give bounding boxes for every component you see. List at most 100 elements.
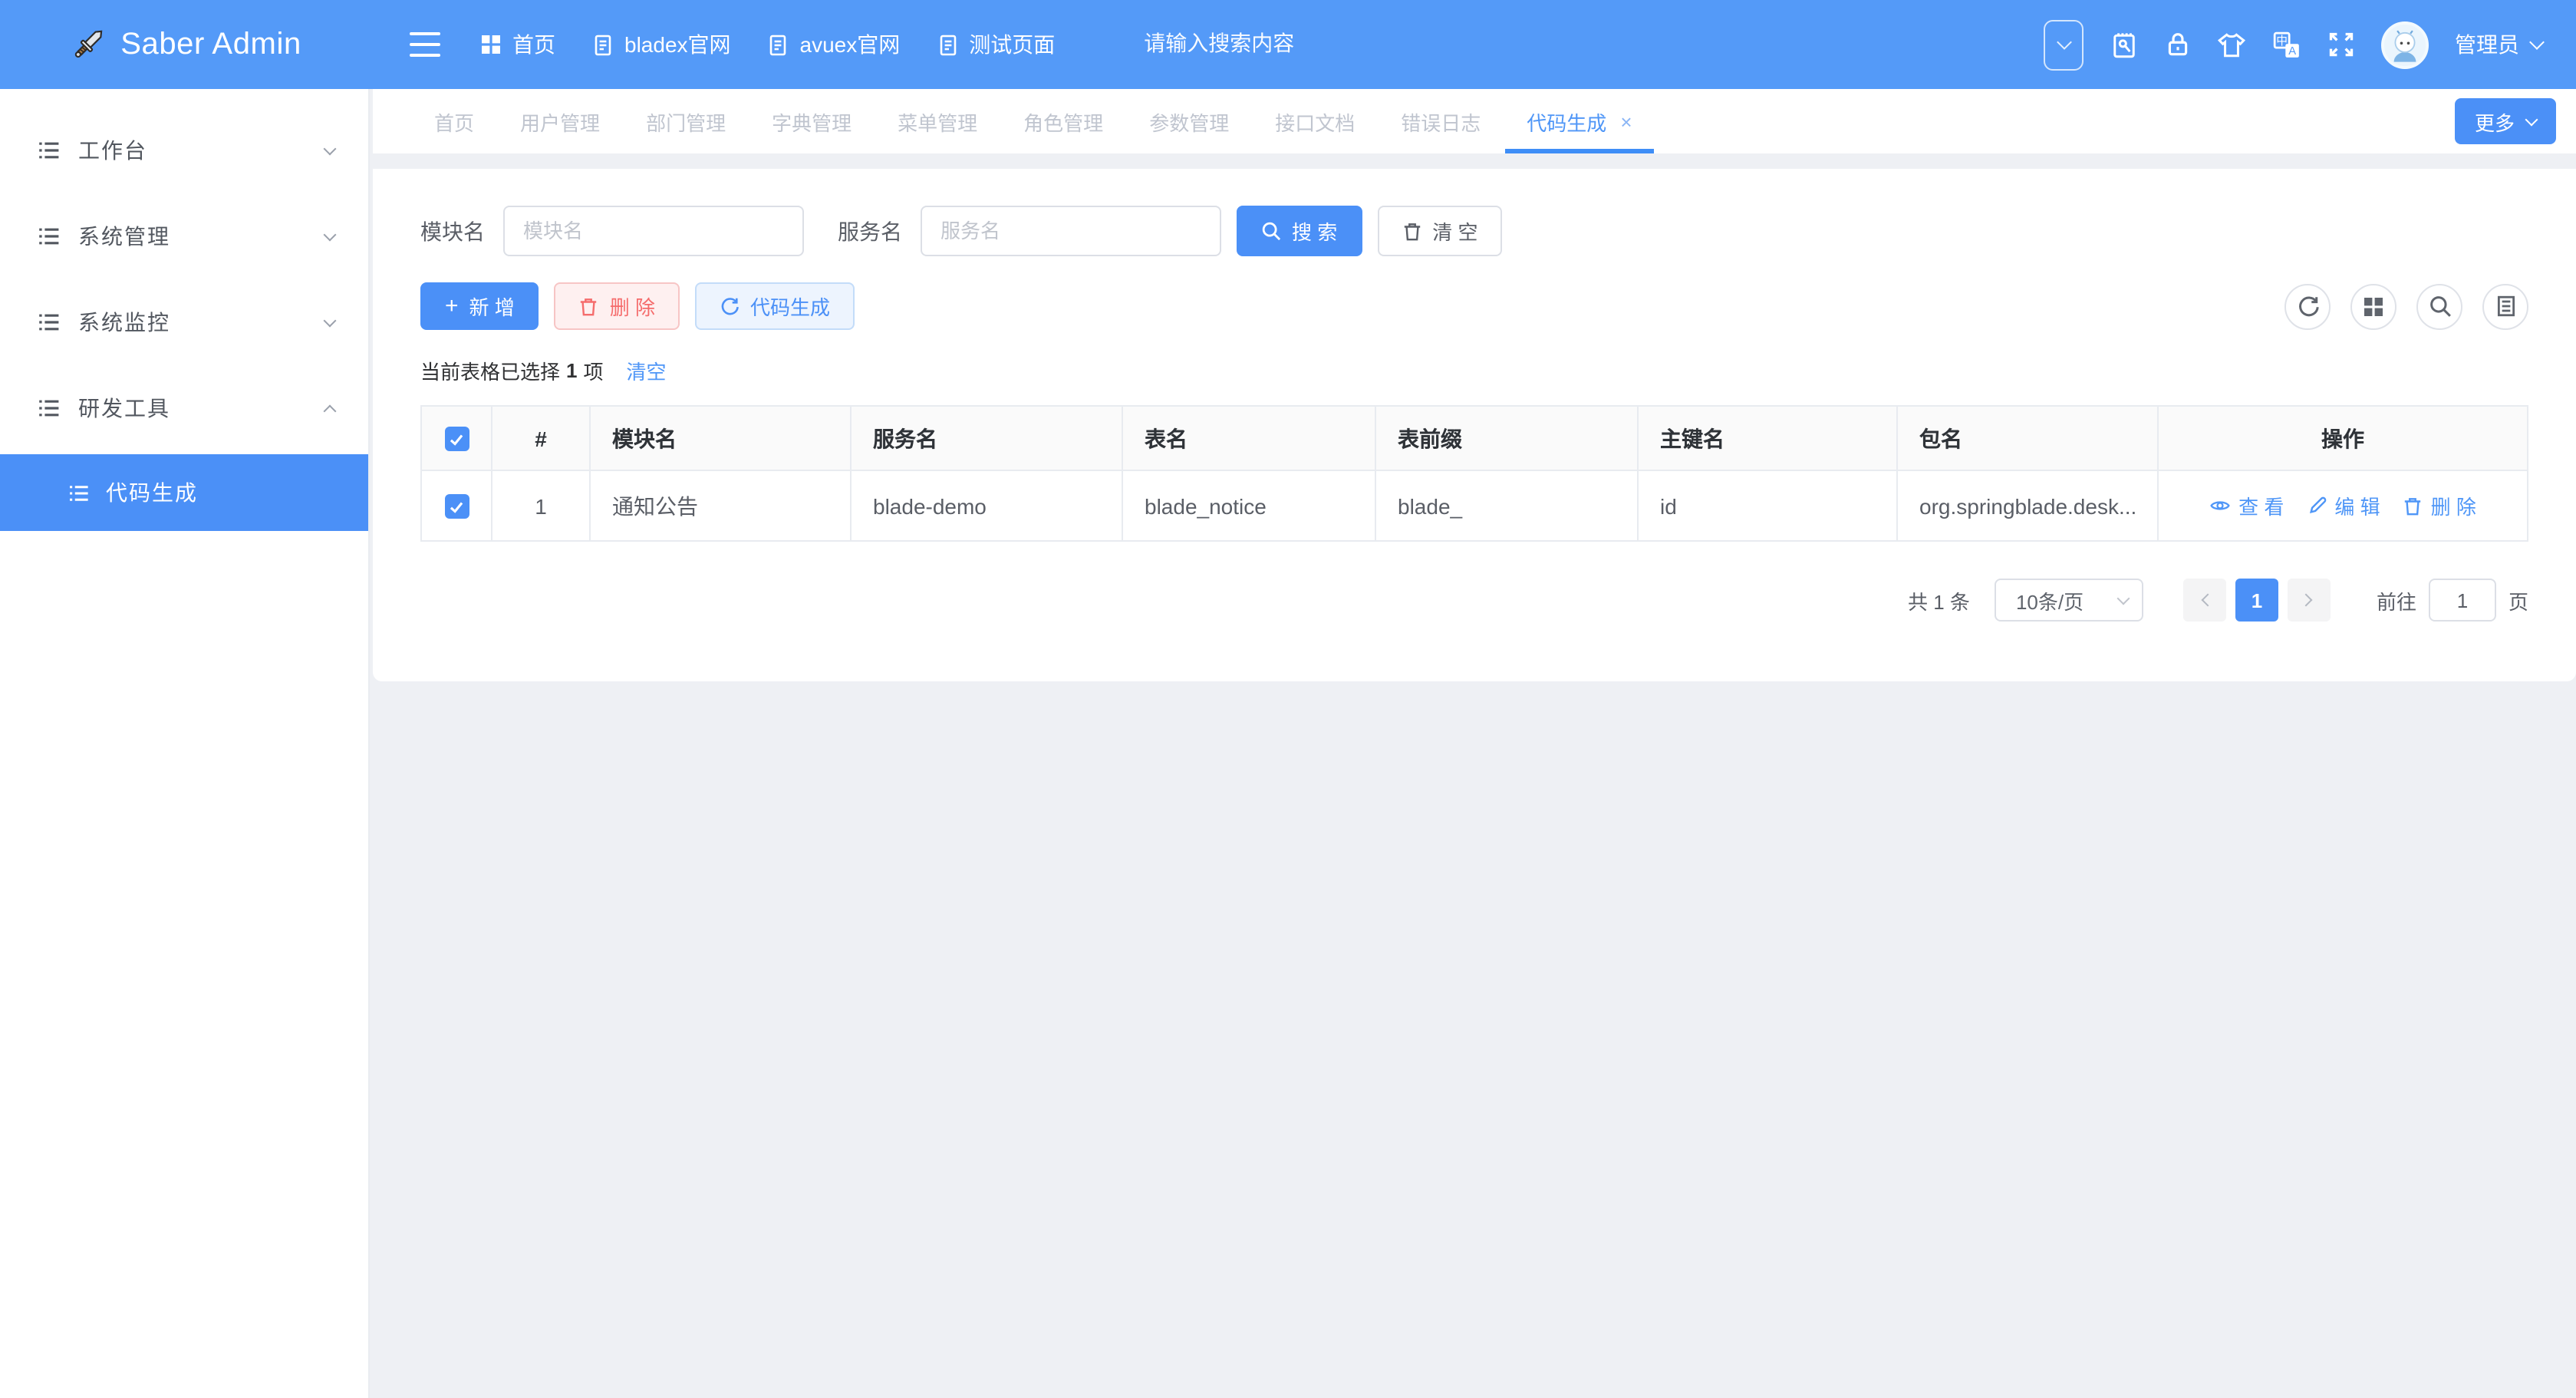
topnav-item-bladex[interactable]: bladex官网	[592, 29, 731, 60]
row-view-link[interactable]: 查 看	[2209, 491, 2284, 520]
select-all-checkbox[interactable]	[444, 427, 469, 451]
column-settings-icon-button[interactable]	[2482, 283, 2528, 329]
sword-logo-icon	[67, 25, 107, 64]
tab-home[interactable]: 首页	[413, 89, 496, 153]
cell-table: blade_notice	[1122, 470, 1375, 541]
dropdown-tag-icon[interactable]	[2044, 19, 2084, 70]
module-name-label: 模块名	[420, 216, 485, 246]
row-delete-link[interactable]: 删 除	[2403, 491, 2476, 520]
header-actions: 中 A	[2044, 0, 2576, 89]
content-panel: 模块名 服务名 搜 索 清 空	[373, 169, 2576, 681]
doc-icon	[937, 33, 958, 56]
chevron-down-icon	[2116, 592, 2130, 605]
grid-icon	[480, 34, 502, 55]
tab-dept-management[interactable]: 部门管理	[624, 89, 747, 153]
sidebar-item-system-management[interactable]: 系统管理	[0, 196, 368, 276]
cell-module: 通知公告	[590, 470, 851, 541]
tab-api-docs[interactable]: 接口文档	[1253, 89, 1376, 153]
chevron-down-icon	[324, 142, 337, 155]
column-header-table: 表名	[1122, 406, 1375, 470]
app-window: Saber Admin 首页 bladex官网 avuex官网	[0, 0, 2576, 1398]
sidebar-item-dev-tools[interactable]: 研发工具	[0, 368, 368, 448]
top-nav: 首页 bladex官网 avuex官网 测试页面	[368, 0, 2044, 89]
sidebar-item-system-monitor[interactable]: 系统监控	[0, 282, 368, 362]
lock-icon[interactable]	[2165, 31, 2191, 58]
cell-prefix: blade_	[1375, 470, 1638, 541]
tab-error-log[interactable]: 错误日志	[1379, 89, 1502, 153]
tab-bar: 首页 用户管理 部门管理 字典管理 菜单管理 角色管理 参数管理 接口文档 错误…	[373, 89, 2576, 153]
goto-page-input[interactable]	[2429, 579, 2496, 622]
fullscreen-icon[interactable]	[2327, 31, 2355, 58]
column-header-package: 包名	[1897, 406, 2158, 470]
tab-param-management[interactable]: 参数管理	[1128, 89, 1250, 153]
next-page-button[interactable]	[2288, 579, 2331, 622]
service-name-input[interactable]	[921, 206, 1221, 256]
trash-icon	[1402, 220, 1421, 242]
goto-label: 前往	[2377, 585, 2416, 615]
cell-service: blade-demo	[851, 470, 1122, 541]
module-name-input[interactable]	[503, 206, 804, 256]
user-name: 管理员	[2455, 29, 2519, 60]
topnav-item-avuex[interactable]: avuex官网	[768, 29, 901, 60]
add-button[interactable]: + 新 增	[420, 282, 539, 330]
delete-button[interactable]: 删 除	[555, 282, 680, 330]
selection-info: 当前表格已选择 1 项 清空	[420, 356, 2528, 385]
row-edit-link[interactable]: 编 辑	[2307, 491, 2380, 520]
tab-menu-management[interactable]: 菜单管理	[876, 89, 999, 153]
chevron-down-icon	[324, 314, 337, 327]
column-header-module: 模块名	[590, 406, 851, 470]
more-tabs-button[interactable]: 更多	[2455, 98, 2556, 144]
column-header-actions: 操作	[2158, 406, 2528, 470]
search-button[interactable]: 搜 索	[1237, 206, 1362, 256]
row-checkbox[interactable]	[444, 494, 469, 519]
list-icon	[68, 481, 91, 504]
service-name-label: 服务名	[838, 216, 902, 246]
selection-prefix: 当前表格已选择	[420, 356, 560, 385]
chevron-down-icon	[2529, 35, 2545, 50]
cell-package: org.springblade.desk...	[1897, 470, 2158, 541]
list-icon	[37, 310, 61, 335]
debug-tools-icon[interactable]	[2110, 30, 2139, 59]
refresh-icon-button[interactable]	[2284, 283, 2331, 329]
close-icon[interactable]: ×	[1620, 111, 1632, 131]
refresh-icon	[720, 296, 740, 316]
sidebar-item-workbench[interactable]: 工作台	[0, 110, 368, 190]
trash-icon	[579, 295, 599, 317]
pagination: 共 1 条 10条/页 1 前往 页	[373, 579, 2576, 622]
chevron-right-icon	[2299, 594, 2312, 607]
selection-clear-link[interactable]: 清空	[627, 356, 667, 385]
page-size-select[interactable]: 10条/页	[1995, 579, 2143, 622]
topnav-item-home[interactable]: 首页	[480, 29, 555, 60]
search-toggle-icon-button[interactable]	[2416, 283, 2462, 329]
tab-user-management[interactable]: 用户管理	[499, 89, 621, 153]
selection-count: 1	[566, 359, 577, 382]
chevron-left-icon	[2201, 594, 2214, 607]
cell-index: 1	[492, 470, 590, 541]
code-generate-button[interactable]: 代码生成	[695, 282, 855, 330]
codegen-table: # 模块名 服务名 表名 表前缀 主键名 包名 操作	[420, 405, 2528, 542]
table-row: 1 通知公告 blade-demo blade_notice blade_ id…	[421, 470, 2528, 541]
tab-dict-management[interactable]: 字典管理	[750, 89, 873, 153]
sidebar: 工作台 系统管理 系统监控 研发工具	[0, 89, 370, 1398]
list-icon	[37, 224, 61, 249]
sidebar-item-code-generation[interactable]: 代码生成	[0, 454, 368, 531]
chevron-up-icon	[324, 404, 337, 417]
grid-view-icon-button[interactable]	[2350, 283, 2396, 329]
column-header-pk: 主键名	[1638, 406, 1897, 470]
theme-shirt-icon[interactable]	[2217, 31, 2246, 58]
clear-button[interactable]: 清 空	[1377, 206, 1502, 256]
chevron-down-icon	[324, 228, 337, 241]
goto-unit-label: 页	[2508, 585, 2528, 615]
chevron-down-icon	[2525, 113, 2538, 126]
brand-title: Saber Admin	[120, 27, 301, 62]
page-number-1[interactable]: 1	[2235, 579, 2278, 622]
hamburger-menu-icon[interactable]	[410, 32, 440, 57]
tab-code-generation[interactable]: 代码生成 ×	[1505, 89, 1653, 153]
topnav-item-testpage[interactable]: 测试页面	[937, 29, 1055, 60]
global-search-input[interactable]	[1144, 31, 1389, 55]
prev-page-button[interactable]	[2183, 579, 2226, 622]
translate-icon[interactable]: 中 A	[2272, 30, 2301, 59]
user-menu[interactable]: 管理员	[2455, 29, 2542, 60]
user-avatar[interactable]	[2381, 21, 2429, 68]
tab-role-management[interactable]: 角色管理	[1002, 89, 1125, 153]
